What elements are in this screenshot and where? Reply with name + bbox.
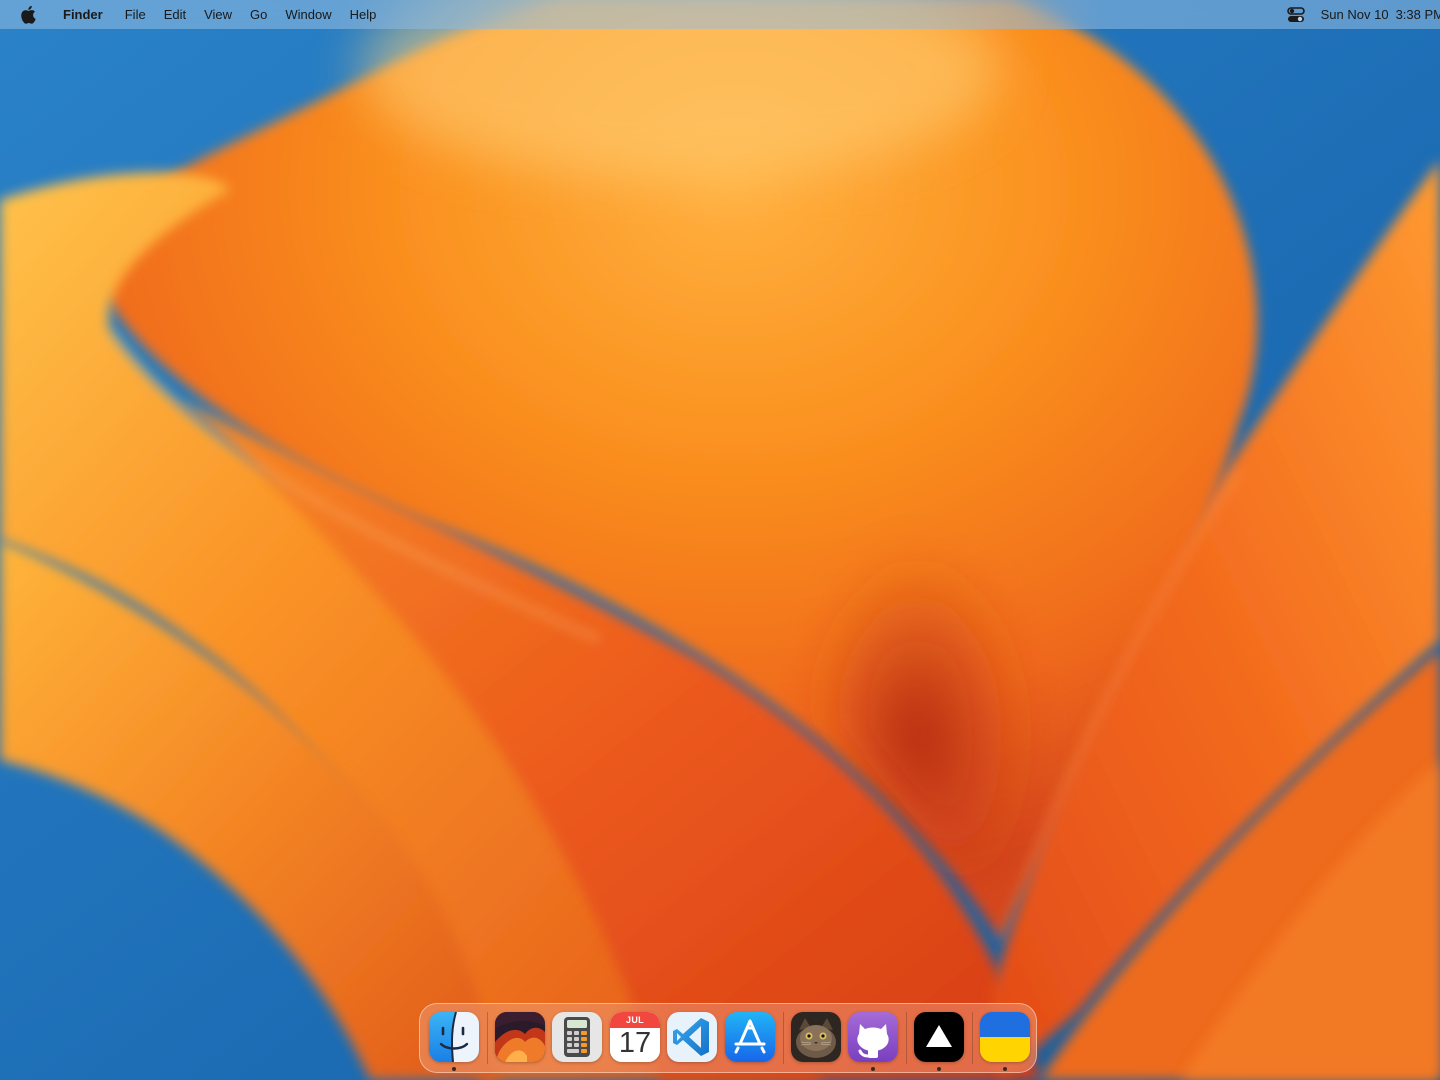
menu-go[interactable]: Go <box>241 0 276 29</box>
triangle-app-icon <box>914 1012 964 1062</box>
ukraine-flag-running-indicator <box>1003 1067 1007 1071</box>
menu-view[interactable]: View <box>195 0 241 29</box>
clock-time: 3:38 PM <box>1395 7 1440 22</box>
menu-file[interactable]: File <box>116 0 155 29</box>
clock-date: Sun Nov 10 <box>1320 7 1389 22</box>
dock-item-calculator[interactable] <box>552 1012 602 1062</box>
vscode-icon <box>667 1012 717 1062</box>
dock-item-ukraine-flag[interactable] <box>980 1012 1030 1062</box>
dock-item-vscode[interactable] <box>667 1012 717 1062</box>
dock: JUL 17 <box>419 1003 1037 1073</box>
dock-item-app-store[interactable] <box>725 1012 775 1062</box>
dock-divider <box>906 1012 907 1064</box>
dock-item-triangle-app[interactable] <box>914 1012 964 1062</box>
dock-item-finder[interactable] <box>429 1012 479 1062</box>
desktop-wallpaper[interactable] <box>0 0 1440 1080</box>
menubar-clock[interactable]: Sun Nov 10 3:38 PM <box>1321 7 1440 22</box>
finder-running-indicator <box>452 1067 456 1071</box>
menu-help[interactable]: Help <box>341 0 386 29</box>
cat-photo-icon <box>791 1012 841 1062</box>
dock-item-cat-photo[interactable] <box>791 1012 841 1062</box>
dock-divider <box>487 1012 488 1064</box>
dock-divider <box>783 1012 784 1064</box>
apple-menu-icon[interactable] <box>19 5 37 25</box>
calculator-icon <box>552 1012 602 1062</box>
calendar-month: JUL <box>626 1015 644 1025</box>
menubar-status-area: Sun Nov 10 3:38 PM <box>1286 0 1440 29</box>
menu-app-name[interactable]: Finder <box>63 0 112 29</box>
dock-item-wallpaper-app[interactable] <box>495 1012 545 1062</box>
menu-bar: Finder File Edit View Go Window Help Sun… <box>0 0 1440 29</box>
github-desktop-running-indicator <box>871 1067 875 1071</box>
finder-icon <box>429 1012 479 1062</box>
dock-item-calendar[interactable]: JUL 17 <box>610 1012 660 1062</box>
wallpaper-app-icon <box>495 1012 545 1062</box>
dock-divider <box>972 1012 973 1064</box>
triangle-app-running-indicator <box>937 1067 941 1071</box>
control-center-icon[interactable] <box>1286 6 1305 23</box>
menu-window[interactable]: Window <box>276 0 340 29</box>
dock-item-github-desktop[interactable] <box>848 1012 898 1062</box>
app-store-icon <box>725 1012 775 1062</box>
menu-edit[interactable]: Edit <box>155 0 195 29</box>
github-desktop-icon <box>848 1012 898 1062</box>
ukraine-flag-icon <box>980 1012 1030 1062</box>
calendar-day: 17 <box>618 1027 652 1059</box>
